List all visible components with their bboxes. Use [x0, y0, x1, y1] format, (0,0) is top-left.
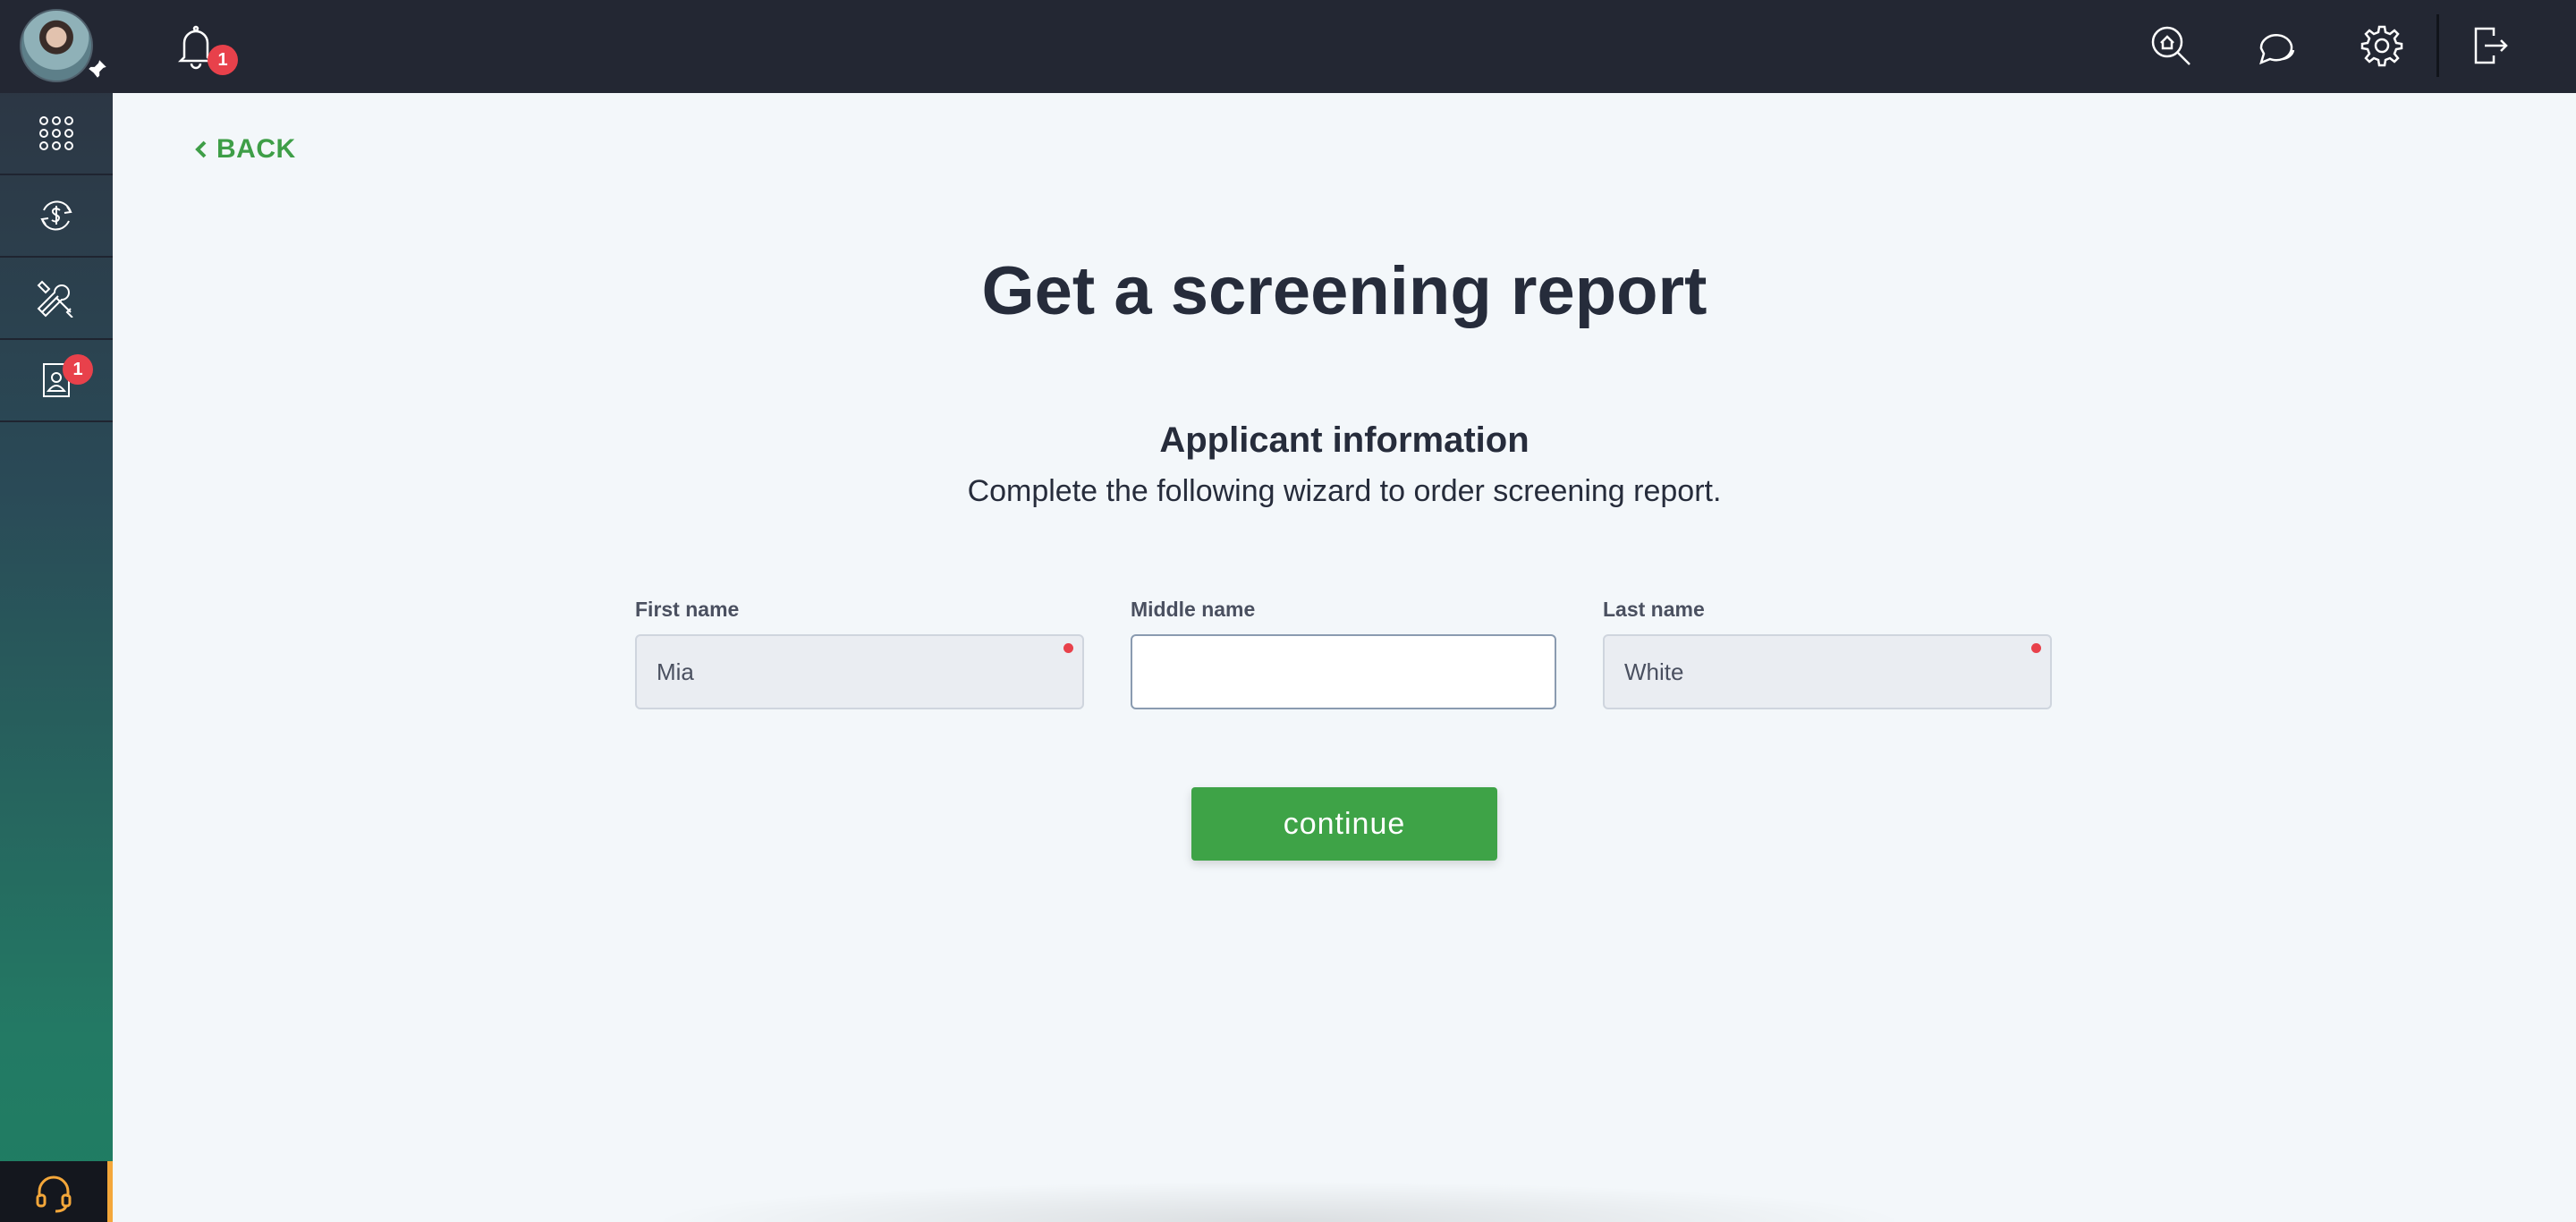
logout-icon[interactable]	[2467, 23, 2512, 68]
search-home-icon[interactable]	[2148, 23, 2193, 68]
chat-icon[interactable]	[2254, 23, 2299, 68]
top-bar: 1	[113, 0, 2576, 93]
first-name-field: First name Mia	[635, 598, 1084, 709]
pin-icon[interactable]	[86, 57, 109, 81]
sidebar-item-apps[interactable]	[0, 93, 113, 175]
sidebar-item-payments[interactable]	[0, 175, 113, 258]
headset-icon	[36, 1175, 72, 1213]
back-link[interactable]: BACK	[193, 134, 296, 165]
last-name-field: Last name White	[1603, 598, 2052, 709]
chevron-left-icon	[195, 140, 207, 158]
dollar-cycle-icon	[40, 200, 72, 231]
grid-icon	[39, 116, 73, 150]
required-indicator	[1063, 643, 1073, 653]
applicants-badge: 1	[63, 354, 93, 385]
continue-button[interactable]: continue	[1191, 787, 1497, 861]
sidebar: 1	[0, 0, 113, 1222]
gear-icon[interactable]	[2360, 23, 2404, 68]
toolbar-divider	[2436, 14, 2439, 77]
page-title: Get a screening report	[981, 253, 1707, 329]
section-subtitle: Complete the following wizard to order s…	[967, 474, 1722, 508]
sidebar-item-applicants[interactable]: 1	[0, 340, 113, 422]
last-name-input[interactable]: White	[1603, 634, 2052, 709]
first-name-label: First name	[635, 598, 740, 621]
footer-shadow	[644, 1181, 1914, 1222]
profile-area[interactable]	[0, 0, 113, 93]
middle-name-label: Middle name	[1131, 598, 1256, 621]
section-title: Applicant information	[1159, 420, 1530, 460]
first-name-input[interactable]: Mia	[635, 634, 1084, 709]
middle-name-field: Middle name	[1131, 598, 1556, 709]
last-name-label: Last name	[1603, 598, 1705, 621]
notifications-badge: 1	[208, 45, 238, 75]
back-label: BACK	[216, 134, 296, 164]
avatar[interactable]	[20, 9, 93, 82]
support-button[interactable]	[0, 1161, 113, 1222]
middle-name-input[interactable]	[1131, 634, 1556, 709]
first-name-value: Mia	[657, 658, 694, 685]
required-indicator	[2031, 643, 2041, 653]
last-name-value: White	[1624, 658, 1684, 685]
